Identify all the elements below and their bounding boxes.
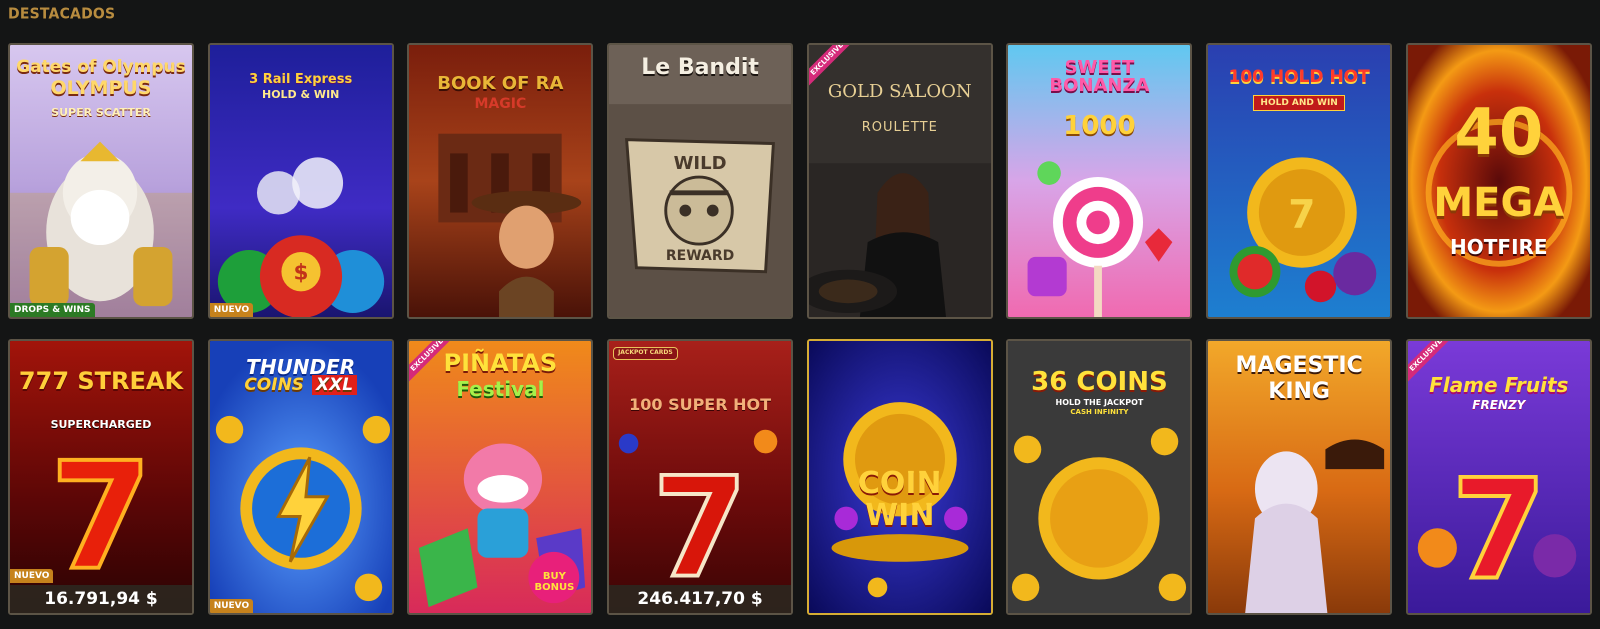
nuevo-badge: NUEVO: [209, 303, 254, 317]
game-subtitle-wrap: HOLD AND WIN: [1208, 95, 1390, 111]
featured-games-page: DESTACADOS Gates of Olympus OLYMPUS SUPE…: [0, 0, 1600, 629]
game-tile-book-of-ra-magic[interactable]: BOOK OF RA MAGIC: [407, 43, 594, 319]
jackpot-amount: 246.417,70 $: [609, 585, 792, 613]
le-bandit-artwork: [609, 45, 792, 317]
game-title: Flame Fruits: [1429, 373, 1569, 397]
nuevo-badge: NUEVO: [209, 599, 254, 613]
game-subtitle: HOLD & WIN: [261, 88, 340, 101]
game-title: 100 HOLD HOT: [1228, 67, 1370, 87]
game-title: 40: [1454, 96, 1544, 170]
game-tile-3-rail-express[interactable]: $ 3 Rail Express HOLD & WIN NUEVO: [207, 43, 394, 319]
game-tile-gold-saloon-roulette[interactable]: EXCLUSIVE GOLD SALOON ROULETTE: [806, 43, 993, 319]
game-title: 777 STREAK: [18, 367, 184, 395]
game-tile-100-hold-hot[interactable]: 7 100 HOLD HOT HOLD AND WIN: [1206, 43, 1393, 319]
jackpot-cards-logo: JACKPOT CARDS: [613, 347, 678, 360]
super-hot-artwork: 7: [609, 341, 792, 613]
game-tile-magestic-king[interactable]: MAGESTIC KING: [1206, 339, 1393, 615]
game-tile-flame-fruits-frenzy[interactable]: 7 EXCLUSIVE Flame Fruits FRENZY: [1405, 339, 1592, 615]
game-tile-thunder-coins-xxl[interactable]: THUNDER COINS XXL NUEVO: [207, 339, 394, 615]
game-tile-pinatas-festival[interactable]: EXCLUSIVE PIÑATAS Festival BUY BONUS: [407, 339, 594, 615]
reward-sign-text: REWARD: [665, 248, 735, 264]
section-title: DESTACADOS: [8, 5, 116, 23]
game-tile-gates-of-olympus[interactable]: Gates of Olympus OLYMPUS Super Scatter D…: [8, 43, 194, 319]
game-title: GOLD SALOON: [827, 81, 972, 102]
game-tile-40-mega-hotfire[interactable]: 40 MEGA HOTFIRE: [1405, 43, 1592, 319]
buy-bonus-label: BUY BONUS: [534, 571, 575, 593]
game-title: COIN: [857, 466, 942, 501]
game-subtitle: Super Scatter: [51, 106, 151, 119]
svg-text:7: 7: [1451, 450, 1546, 611]
game-title: SWEET BONANZA: [1049, 57, 1150, 96]
game-tagline: HOTFIRE: [1450, 235, 1548, 259]
game-title: 3 Rail Express: [249, 72, 353, 87]
game-subtitle: HOLD THE JACKPOT: [1055, 398, 1144, 407]
wild-sign-text: WILD: [673, 153, 727, 174]
game-subtitle: FRENZY: [1472, 398, 1526, 412]
game-title: PIÑATAS: [443, 349, 558, 377]
game-subtitle: HOLD AND WIN: [1253, 95, 1345, 111]
game-title: Le Bandit: [641, 55, 759, 80]
drops-wins-badge: DROPS & WINS: [10, 303, 95, 317]
game-grid: Gates of Olympus OLYMPUS Super Scatter D…: [8, 43, 1592, 623]
game-subtitle: SUPERCHARGED: [50, 418, 152, 431]
game-tile-100-super-hot[interactable]: 7 JACKPOT CARDS 100 SUPER HOT 246.417,70…: [607, 339, 794, 615]
game-title: 100 SUPER HOT: [629, 395, 772, 414]
game-tile-36-coins[interactable]: 36 COINS HOLD THE JACKPOT CASH INFINITY: [1006, 339, 1193, 615]
xxl-tag: XXL: [311, 375, 358, 395]
game-subtitle: 1000: [1063, 111, 1136, 141]
svg-text:$: $: [293, 260, 308, 285]
game-tile-le-bandit[interactable]: Le Bandit WILD REWARD: [607, 43, 794, 319]
game-title: Gates of Olympus: [16, 57, 186, 77]
game-title: BOOK OF RA: [437, 73, 564, 94]
game-title: THUNDER: [246, 355, 356, 379]
nuevo-badge: NUEVO: [10, 569, 54, 583]
game-subtitle: MEGA: [1433, 180, 1565, 226]
svg-text:7: 7: [1288, 192, 1315, 237]
game-subtitle: MAGIC: [474, 96, 527, 112]
game-subtitle: KING: [1268, 379, 1330, 404]
game-subtitle: WIN: [865, 498, 935, 533]
game-subtitle: Festival: [456, 377, 545, 401]
jackpot-amount: 16.791,94 $: [10, 585, 192, 613]
svg-text:7: 7: [50, 430, 152, 603]
game-tile-sweet-bonanza-1000[interactable]: SWEET BONANZA 1000: [1006, 43, 1193, 319]
game-title: MAGESTIC: [1235, 353, 1363, 378]
game-tagline: CASH INFINITY: [1070, 408, 1129, 416]
game-subtitle-wrap: COINS XXL: [210, 375, 392, 395]
game-subtitle: COINS: [244, 375, 305, 395]
game-subtitle: ROULETTE: [861, 120, 938, 135]
game-tile-777-streak-supercharged[interactable]: 7 777 STREAK SUPERCHARGED NUEVO 16.791,9…: [8, 339, 194, 615]
game-title: 36 COINS: [1031, 367, 1168, 397]
game-title-line: OLYMPUS: [50, 77, 152, 99]
game-tile-coin-win[interactable]: COIN WIN: [806, 339, 993, 615]
